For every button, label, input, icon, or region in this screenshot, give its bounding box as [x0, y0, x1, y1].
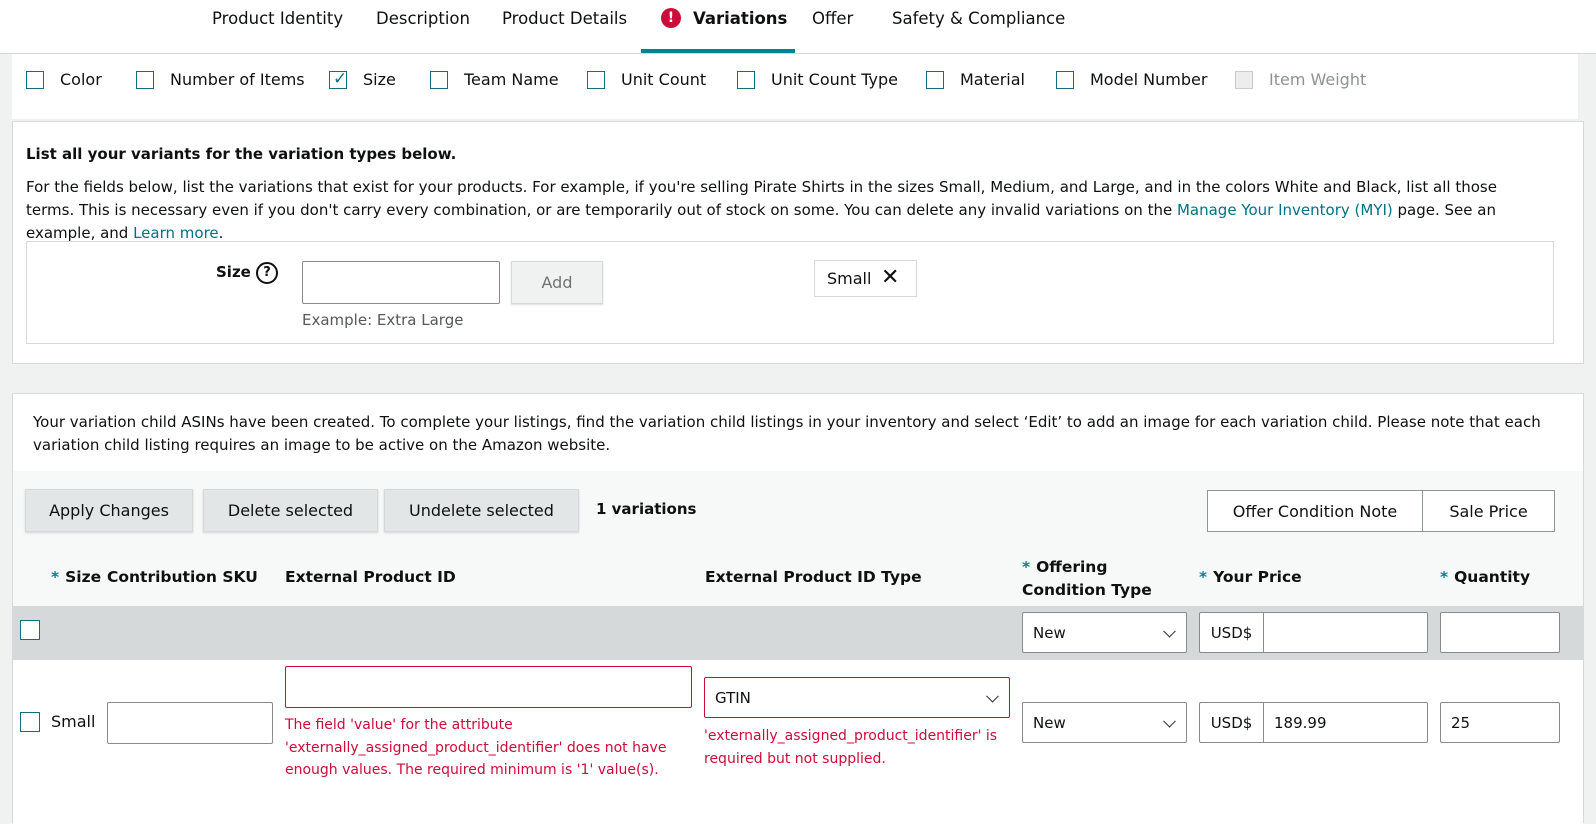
chevron-down-icon — [986, 689, 999, 703]
help-icon[interactable]: ? — [256, 262, 278, 284]
bulk-condition-value: New — [1033, 623, 1066, 642]
contribution-sku-input[interactable] — [107, 702, 273, 744]
size-chip: Small ✕ — [814, 260, 917, 297]
checkmark-icon: ✓ — [333, 69, 348, 89]
checkbox-label-model-number: Model Number — [1090, 70, 1208, 89]
bulk-quantity-input[interactable] — [1440, 612, 1560, 653]
currency-label: USD$ — [1199, 702, 1264, 743]
required-mark: * — [1022, 558, 1031, 576]
checkbox-label-material: Material — [960, 70, 1025, 89]
tab-safety-compliance[interactable]: Safety & Compliance — [892, 9, 1065, 28]
column-header-size-label: Size — [65, 568, 102, 586]
delete-selected-button[interactable]: Delete selected — [203, 489, 378, 532]
offer-condition-note-button[interactable]: Offer Condition Note — [1207, 490, 1423, 532]
required-mark: * — [1199, 568, 1208, 586]
select-all-checkbox[interactable] — [20, 620, 40, 640]
checkbox-size[interactable]: ✓ — [329, 69, 348, 89]
size-field-label: Size — [216, 263, 251, 281]
column-header-quantity: * Quantity — [1440, 568, 1530, 586]
variation-count: 1 variations — [596, 500, 697, 518]
apply-changes-button[interactable]: Apply Changes — [25, 489, 193, 532]
checkbox-label-number-of-items: Number of Items — [170, 70, 305, 89]
external-product-id-type-error: 'externally_assigned_product_identifier'… — [704, 728, 998, 767]
column-header-sku: Contribution SKU — [107, 568, 258, 586]
column-header-quantity-label: Quantity — [1454, 568, 1531, 586]
myi-link[interactable]: Manage Your Inventory (MYI) — [1177, 201, 1393, 219]
checkbox-label-item-weight: Item Weight — [1269, 70, 1367, 89]
child-asin-notice: Your variation child ASINs have been cre… — [33, 413, 1541, 454]
condition-select[interactable]: New — [1022, 702, 1187, 743]
column-header-external-product-id: External Product ID — [285, 568, 456, 586]
tab-offer[interactable]: Offer — [812, 9, 853, 28]
external-product-id-type-select[interactable]: GTIN — [704, 677, 1010, 718]
close-icon[interactable]: ✕ — [881, 267, 899, 289]
row-select-checkbox[interactable] — [20, 712, 40, 732]
checkbox-team-name[interactable] — [430, 71, 448, 89]
checkbox-number-of-items[interactable] — [136, 71, 154, 89]
tab-variations[interactable]: Variations — [693, 9, 787, 28]
column-header-your-price-label: Your Price — [1213, 568, 1302, 586]
undelete-selected-button[interactable]: Undelete selected — [384, 489, 579, 532]
external-product-id-error: The field 'value' for the attribute 'ext… — [285, 717, 667, 778]
checkbox-label-team-name: Team Name — [464, 70, 559, 89]
row-size-value: Small — [51, 712, 96, 731]
chevron-down-icon — [1163, 714, 1176, 728]
alert-icon: ! — [661, 8, 681, 28]
checkbox-unit-count[interactable] — [587, 71, 605, 89]
size-input-hint: Example: Extra Large — [302, 311, 464, 329]
active-tab-indicator — [641, 49, 795, 53]
bulk-edit-row: New USD$ — [13, 606, 1583, 660]
checkbox-color[interactable] — [26, 71, 44, 89]
column-header-external-product-id-type: External Product ID Type — [705, 568, 922, 586]
tab-bar: Product Identity Description Product Det… — [0, 0, 1596, 54]
checkbox-unit-count-type[interactable] — [737, 71, 755, 89]
checkbox-label-unit-count-type: Unit Count Type — [771, 70, 899, 89]
quantity-input[interactable]: 25 — [1440, 702, 1560, 743]
variants-panel: List all your variants for the variation… — [12, 121, 1584, 364]
column-header-your-price: * Your Price — [1199, 568, 1302, 586]
external-product-id-type-value: GTIN — [715, 688, 751, 707]
condition-value: New — [1033, 713, 1066, 732]
required-mark: * — [1440, 568, 1449, 586]
variants-description: For the fields below, list the variation… — [26, 176, 1546, 245]
column-header-size: * Size — [51, 568, 101, 586]
tab-description[interactable]: Description — [376, 9, 470, 28]
variation-type-bar: Color Number of Items ✓ Size Team Name U… — [12, 54, 1578, 119]
checkbox-model-number[interactable] — [1056, 71, 1074, 89]
sale-price-button[interactable]: Sale Price — [1422, 490, 1555, 532]
checkbox-material[interactable] — [926, 71, 944, 89]
checkbox-label-size: Size — [363, 70, 396, 89]
add-size-button[interactable]: Add — [511, 261, 603, 304]
bulk-price-input[interactable] — [1263, 612, 1428, 653]
bulk-currency-label: USD$ — [1199, 612, 1264, 653]
size-entry-box: Size ? Add Example: Extra Large Small ✕ — [26, 241, 1554, 344]
size-input[interactable] — [302, 261, 500, 304]
checkbox-item-weight — [1235, 71, 1253, 89]
table-row: Small The field 'value' for the attribut… — [13, 660, 1583, 824]
tab-product-details[interactable]: Product Details — [502, 9, 627, 28]
checkbox-label-color: Color — [60, 70, 102, 89]
tab-product-identity[interactable]: Product Identity — [212, 9, 343, 28]
column-header-offering-condition: * Offering Condition Type — [1022, 556, 1192, 602]
size-chip-label: Small — [827, 269, 872, 288]
bulk-condition-select[interactable]: New — [1022, 612, 1187, 653]
variants-description-end: . — [218, 224, 224, 242]
price-input[interactable]: 189.99 — [1263, 702, 1428, 743]
variation-children-panel: Your variation child ASINs have been cre… — [12, 393, 1584, 824]
variants-heading: List all your variants for the variation… — [26, 145, 457, 163]
required-mark: * — [51, 568, 60, 586]
external-product-id-input[interactable] — [285, 666, 692, 708]
checkbox-label-unit-count: Unit Count — [621, 70, 707, 89]
chevron-down-icon — [1163, 624, 1176, 638]
learn-more-link[interactable]: Learn more — [133, 224, 219, 242]
column-header-offering-condition-label: Offering Condition Type — [1022, 558, 1152, 599]
